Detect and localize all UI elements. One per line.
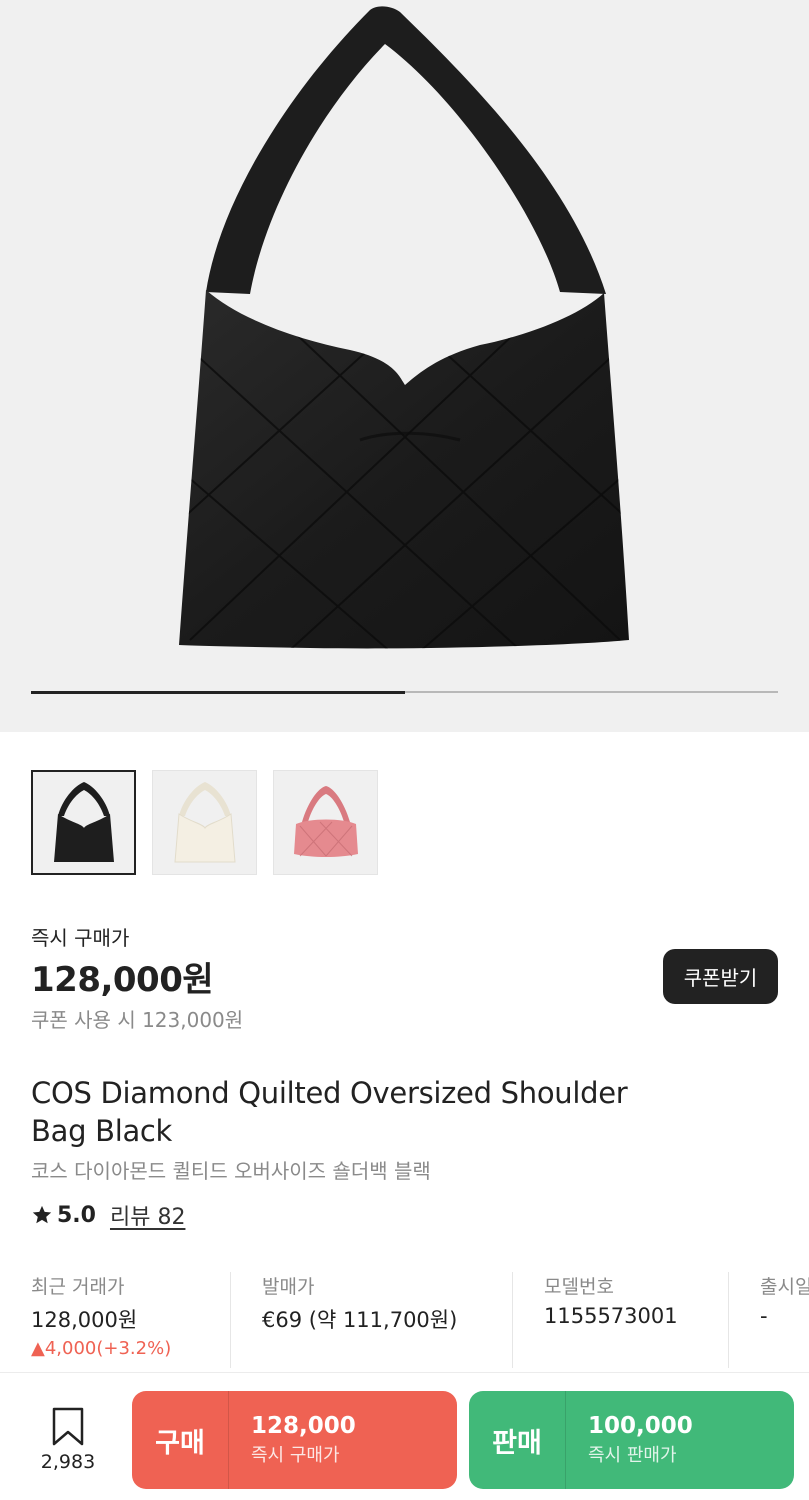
wishlist-count: 2,983 — [40, 1451, 96, 1473]
info-label: 출시일 — [760, 1276, 809, 1298]
bag-thumbnail-ivory-icon — [173, 781, 236, 862]
carousel-progress-fill — [31, 690, 405, 694]
bag-thumbnail-pink-icon — [293, 785, 358, 857]
buy-label: 구매 — [155, 1427, 205, 1459]
bookmark-icon — [52, 1407, 84, 1446]
sell-button[interactable]: 판매 100,000 즉시 판매가 — [469, 1391, 794, 1489]
info-label: 최근 거래가 — [31, 1276, 125, 1298]
thumbnail-pink[interactable] — [273, 770, 378, 875]
price-change: ▲4,000(+3.2%) — [31, 1338, 172, 1359]
divider — [512, 1272, 513, 1368]
product-info-strip[interactable]: 최근 거래가 128,000원 ▲4,000(+3.2%) 발매가 €69 (약… — [0, 1270, 809, 1370]
color-variant-thumbnails — [31, 770, 378, 875]
rating-row: 5.0 리뷰 82 — [31, 1199, 185, 1231]
coupon-applied-price: 쿠폰 사용 시 123,000원 — [31, 1008, 244, 1032]
buy-button[interactable]: 구매 128,000 즉시 구매가 — [132, 1391, 457, 1489]
info-label: 모델번호 — [544, 1276, 614, 1298]
instant-buy-price: 128,000원 — [31, 960, 214, 1000]
sell-label: 판매 — [492, 1427, 542, 1459]
thumbnail-black[interactable] — [31, 770, 136, 875]
info-value: €69 (약 111,700원) — [262, 1308, 458, 1332]
product-title-korean: 코스 다이아몬드 퀼티드 오버사이즈 숄더백 블랙 — [31, 1159, 431, 1183]
info-value: - — [760, 1304, 768, 1328]
info-value: 128,000원 — [31, 1308, 138, 1332]
info-value: 1155573001 — [544, 1304, 678, 1328]
product-main-image — [179, 6, 629, 649]
buy-amount: 128,000 — [251, 1413, 356, 1439]
info-label: 발매가 — [262, 1276, 315, 1298]
product-image-carousel[interactable] — [0, 0, 809, 732]
divider — [728, 1272, 729, 1368]
get-coupon-button[interactable]: 쿠폰받기 — [663, 949, 778, 1004]
star-icon — [32, 1205, 52, 1224]
sell-amount: 100,000 — [588, 1413, 693, 1439]
instant-buy-price-label: 즉시 구매가 — [31, 926, 130, 950]
sell-sub-label: 즉시 판매가 — [588, 1445, 677, 1466]
buy-sub-label: 즉시 구매가 — [251, 1445, 340, 1466]
bag-thumbnail-black-icon — [53, 781, 114, 862]
wishlist-button[interactable]: 2,983 — [28, 1407, 108, 1473]
carousel-progress-bar — [31, 690, 778, 694]
rating-value: 5.0 — [57, 1202, 96, 1228]
product-title: COS Diamond Quilted Oversized Shoulder B… — [31, 1076, 628, 1148]
bottom-action-bar: 2,983 구매 128,000 즉시 구매가 판매 100,000 즉시 판매… — [0, 1372, 809, 1500]
divider — [230, 1272, 231, 1368]
thumbnail-ivory[interactable] — [152, 770, 257, 875]
review-link[interactable]: 리뷰 82 — [110, 1199, 185, 1231]
